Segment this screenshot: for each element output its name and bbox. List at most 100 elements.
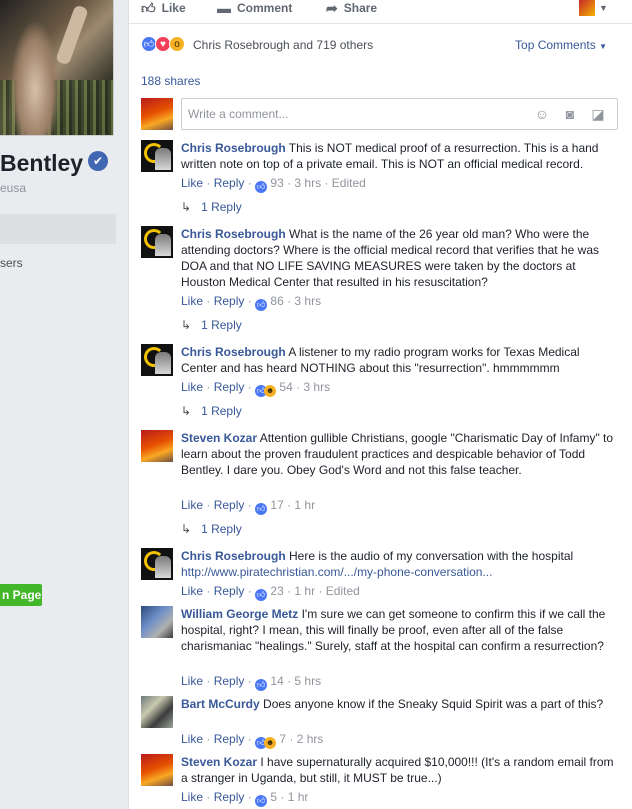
like-reaction-icon: 👍︎ bbox=[255, 795, 268, 807]
comment-author[interactable]: Steven Kozar bbox=[181, 431, 257, 445]
share-label: Share bbox=[343, 1, 378, 15]
comment-author[interactable]: William George Metz bbox=[181, 607, 298, 621]
comment-time[interactable]: 1 hr bbox=[294, 584, 315, 598]
comment-sort-dropdown[interactable]: Top Comments ▼ bbox=[515, 38, 607, 52]
comment-like-link[interactable]: Like bbox=[181, 380, 203, 394]
create-page-button[interactable]: n Page bbox=[0, 584, 42, 606]
reaction-count[interactable]: 86 bbox=[270, 294, 283, 308]
avatar[interactable] bbox=[141, 430, 173, 462]
haha-reaction-icon: ☻ bbox=[264, 385, 277, 397]
avatar[interactable] bbox=[141, 226, 173, 258]
comment-body: Steven Kozar I have supernaturally acqui… bbox=[181, 754, 617, 786]
reactions-summary: 👍︎ ♥ o Chris Rosebrough and 719 others T… bbox=[141, 36, 621, 54]
profile-handle[interactable]: eusa bbox=[0, 181, 26, 195]
reactors-link[interactable]: Chris Rosebrough and 719 others bbox=[193, 38, 373, 52]
left-nav-selected-item[interactable] bbox=[0, 214, 116, 244]
reaction-count[interactable]: 17 bbox=[270, 498, 283, 512]
comment-text: Does anyone know if the Sneaky Squid Spi… bbox=[263, 697, 604, 711]
avatar[interactable] bbox=[141, 696, 173, 728]
view-replies-link[interactable]: ↳ 1 Reply bbox=[181, 522, 242, 536]
comment-reply-link[interactable]: Reply bbox=[214, 294, 245, 308]
reaction-count[interactable]: 7 bbox=[279, 732, 286, 746]
comment-time[interactable]: 3 hrs bbox=[303, 380, 330, 394]
reaction-count[interactable]: 54 bbox=[279, 380, 292, 394]
comment-time[interactable]: 3 hrs bbox=[294, 176, 321, 190]
replies-count: 1 Reply bbox=[201, 318, 242, 332]
comment-input[interactable]: Write a comment... bbox=[181, 98, 618, 130]
comment-like-link[interactable]: Like bbox=[181, 294, 203, 308]
comment-body: Chris Rosebrough This is NOT medical pro… bbox=[181, 140, 617, 172]
reply-arrow-icon: ↳ bbox=[181, 200, 192, 214]
sticker-icon[interactable]: ◪ bbox=[590, 106, 606, 122]
post-card: 👍︎ Like ▬ Comment ➦ Share ▼ 👍︎ ♥ o Chris… bbox=[128, 0, 632, 809]
emoji-icon[interactable]: ☺ bbox=[534, 106, 550, 122]
comment-reply-link[interactable]: Reply bbox=[214, 380, 245, 394]
avatar[interactable] bbox=[141, 606, 173, 638]
comment-time[interactable]: 1 hr bbox=[294, 498, 315, 512]
post-action-bar: 👍︎ Like ▬ Comment ➦ Share ▼ bbox=[129, 0, 632, 24]
comment-author[interactable]: Chris Rosebrough bbox=[181, 227, 286, 241]
comment-author[interactable]: Chris Rosebrough bbox=[181, 141, 286, 155]
comment-time[interactable]: 2 hrs bbox=[297, 732, 324, 746]
haha-reaction-icon: ☻ bbox=[264, 737, 277, 749]
comment-meta: Like · Reply · 👍︎ 93 · 3 hrs · Edited bbox=[181, 176, 366, 193]
audience-avatar[interactable] bbox=[579, 0, 595, 16]
caret-down-icon: ▼ bbox=[599, 42, 607, 51]
comment-reply-link[interactable]: Reply bbox=[214, 498, 245, 512]
comment-reply-link[interactable]: Reply bbox=[214, 790, 245, 804]
replies-count: 1 Reply bbox=[201, 522, 242, 536]
like-button[interactable]: 👍︎ Like bbox=[141, 0, 186, 16]
comment-link[interactable]: http://www.piratechristian.com/.../my-ph… bbox=[181, 565, 492, 579]
comment-button[interactable]: ▬ Comment bbox=[217, 0, 292, 16]
avatar[interactable] bbox=[141, 548, 173, 580]
comment-meta: Like · Reply · 👍︎ 14 · 5 hrs bbox=[181, 674, 322, 691]
avatar[interactable] bbox=[141, 754, 173, 786]
comment-sort-label: Top Comments bbox=[515, 38, 596, 52]
profile-name[interactable]: Bentley bbox=[0, 150, 83, 177]
view-replies-link[interactable]: ↳ 1 Reply bbox=[181, 404, 242, 418]
comment-reply-link[interactable]: Reply bbox=[214, 584, 245, 598]
comment-like-link[interactable]: Like bbox=[181, 674, 203, 688]
left-nav-item[interactable]: sers bbox=[0, 256, 23, 270]
comment-like-link[interactable]: Like bbox=[181, 584, 203, 598]
comment-label: Comment bbox=[237, 1, 293, 15]
view-replies-link[interactable]: ↳ 1 Reply bbox=[181, 318, 242, 332]
comment-time[interactable]: 3 hrs bbox=[294, 294, 321, 308]
like-reaction-icon: 👍︎ bbox=[255, 181, 268, 193]
comment-reply-link[interactable]: Reply bbox=[214, 732, 245, 746]
comment-like-link[interactable]: Like bbox=[181, 498, 203, 512]
share-button[interactable]: ➦ Share bbox=[326, 0, 377, 16]
comment-author[interactable]: Bart McCurdy bbox=[181, 697, 260, 711]
view-replies-link[interactable]: ↳ 1 Reply bbox=[181, 200, 242, 214]
reaction-count[interactable]: 5 bbox=[270, 790, 277, 804]
reaction-count[interactable]: 23 bbox=[270, 584, 283, 598]
edited-label[interactable]: Edited bbox=[326, 584, 360, 598]
reply-arrow-icon: ↳ bbox=[181, 522, 192, 536]
edited-label[interactable]: Edited bbox=[332, 176, 366, 190]
reply-arrow-icon: ↳ bbox=[181, 318, 192, 332]
replies-count: 1 Reply bbox=[201, 404, 242, 418]
caret-down-icon[interactable]: ▼ bbox=[599, 3, 608, 13]
comment-reply-link[interactable]: Reply bbox=[214, 176, 245, 190]
comment-time[interactable]: 5 hrs bbox=[294, 674, 321, 688]
reaction-count[interactable]: 14 bbox=[270, 674, 283, 688]
comment-reply-link[interactable]: Reply bbox=[214, 674, 245, 688]
avatar[interactable] bbox=[141, 344, 173, 376]
comment-author[interactable]: Steven Kozar bbox=[181, 755, 257, 769]
camera-icon[interactable]: ◙ bbox=[562, 106, 578, 122]
comment-body: Steven Kozar Attention gullible Christia… bbox=[181, 430, 617, 478]
avatar[interactable] bbox=[141, 98, 173, 130]
photo-figure bbox=[10, 20, 60, 135]
comment-like-link[interactable]: Like bbox=[181, 790, 203, 804]
shares-link[interactable]: 188 shares bbox=[141, 74, 200, 88]
wow-reaction-icon[interactable]: o bbox=[169, 36, 185, 52]
reaction-count[interactable]: 93 bbox=[270, 176, 283, 190]
profile-photo[interactable] bbox=[0, 0, 114, 136]
comment-author[interactable]: Chris Rosebrough bbox=[181, 345, 286, 359]
comment-time[interactable]: 1 hr bbox=[288, 790, 309, 804]
share-arrow-icon: ➦ bbox=[326, 0, 338, 16]
avatar[interactable] bbox=[141, 140, 173, 172]
comment-like-link[interactable]: Like bbox=[181, 732, 203, 746]
comment-author[interactable]: Chris Rosebrough bbox=[181, 549, 286, 563]
comment-like-link[interactable]: Like bbox=[181, 176, 203, 190]
